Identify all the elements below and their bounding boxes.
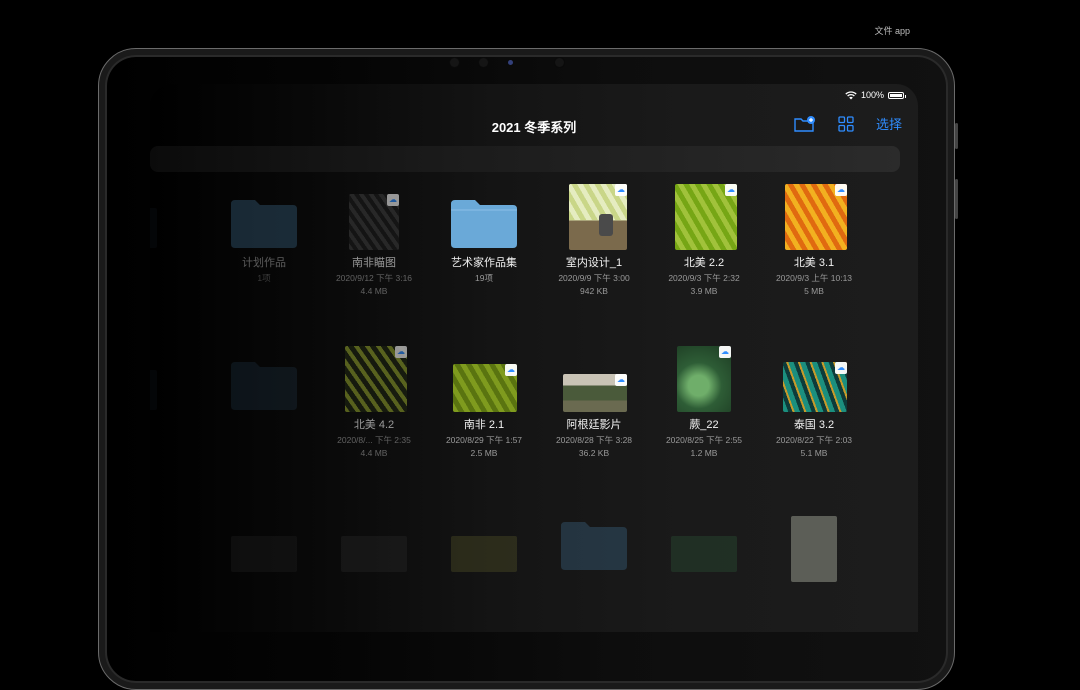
file-name: 泰国 3.2	[793, 419, 835, 431]
file-name: 艺术家作品集	[451, 257, 517, 269]
file-name: 室内设计_1	[565, 257, 623, 269]
file-item[interactable]: 计划作品 1项	[210, 194, 318, 284]
file-name: 蕨_22	[689, 419, 719, 431]
folder-icon	[231, 200, 297, 248]
search-field[interactable]	[150, 146, 900, 172]
file-size: 36.2 KB	[578, 448, 610, 458]
folder-icon	[231, 362, 297, 410]
file-item[interactable]	[210, 516, 318, 572]
file-meta: 2020/9/3 下午 2:32	[668, 273, 740, 283]
file-size: 5 MB	[804, 286, 824, 296]
file-item[interactable]: ☁ 阿根廷影片 2020/8/28 下午 3:28 36.2 KB	[540, 356, 648, 458]
icloud-icon: ☁	[835, 362, 847, 374]
file-row	[150, 516, 918, 632]
select-button[interactable]: 选择	[876, 114, 902, 133]
grid-view-icon[interactable]	[838, 115, 854, 132]
folder-icon	[561, 522, 627, 570]
sensor-dot	[450, 58, 459, 67]
file-meta: 2020/8/25 下午 2:55	[665, 435, 743, 445]
file-item[interactable]: ☁ 北美 2.2 2020/9/3 下午 2:32 3.9 MB	[650, 184, 758, 296]
file-item[interactable]: ☁ 泰国 3.2 2020/8/22 下午 2:03 5.1 MB	[760, 356, 868, 458]
caption: 文件 app	[874, 26, 910, 36]
file-size: 2.5 MB	[470, 448, 498, 458]
file-name: 南非 2.1	[463, 419, 505, 431]
file-size: 3.9 MB	[690, 286, 718, 296]
file-item[interactable]: ☁ 室内设计_1 2020/9/9 下午 3:00 942 KB	[540, 184, 648, 296]
sensor-dot	[479, 58, 488, 67]
icloud-icon: ☁	[615, 374, 627, 386]
file-name: 北美 3.1	[793, 257, 835, 269]
file-item[interactable]	[760, 516, 868, 582]
file-row: ☁ 北美 4.2 2020/8/... 下午 2:35 4.4 MB ☁ 南非 …	[150, 346, 918, 476]
file-name: 南非瞄图	[352, 257, 396, 269]
file-meta: 2020/9/9 下午 3:00	[558, 273, 630, 283]
wifi-icon	[845, 90, 857, 99]
file-name: 北美 4.2	[353, 419, 395, 431]
files-screen: 100% 2021 冬季系列 选择 计划作品 1项 ☁ 南非瞄图 2020/9/…	[150, 84, 918, 632]
file-meta: 2020/8/28 下午 3:28	[555, 435, 633, 445]
file-size: 5.1 MB	[800, 448, 828, 458]
folder-icon	[451, 200, 517, 248]
file-item[interactable]: ☁ 南非 2.1 2020/8/29 下午 1:57 2.5 MB	[430, 356, 538, 458]
file-item[interactable]	[430, 516, 538, 572]
file-item[interactable]: ☁ 南非瞄图 2020/9/12 下午 3:16 4.4 MB	[320, 194, 428, 296]
icloud-icon: ☁	[719, 346, 731, 358]
file-item[interactable]	[540, 516, 648, 572]
camera-array	[450, 58, 564, 67]
file-meta: 1项	[257, 273, 271, 283]
status-bar: 100%	[845, 90, 906, 100]
file-item[interactable]: 艺术家作品集 19项	[430, 194, 538, 284]
file-size: 1.2 MB	[690, 448, 718, 458]
battery-icon	[888, 91, 906, 99]
file-size: 4.4 MB	[360, 448, 388, 458]
file-meta: 2020/9/3 上午 10:13	[775, 273, 853, 283]
file-item[interactable]: ☁ 北美 4.2 2020/8/... 下午 2:35 4.4 MB	[320, 346, 428, 458]
icloud-icon: ☁	[395, 346, 407, 358]
file-item[interactable]	[650, 516, 758, 572]
file-size: 4.4 MB	[360, 286, 388, 296]
file-meta: 19项	[475, 273, 493, 283]
icloud-icon: ☁	[615, 184, 627, 196]
battery-percent: 100%	[860, 90, 884, 100]
file-item[interactable]: ☁ 北美 3.1 2020/9/3 上午 10:13 5 MB	[760, 184, 868, 296]
file-name: 阿根廷影片	[566, 419, 622, 431]
volume-down-button	[955, 179, 958, 219]
file-meta: 2020/9/12 下午 3:16	[335, 273, 413, 283]
sensor-dot	[555, 58, 564, 67]
icloud-icon: ☁	[835, 184, 847, 196]
toolbar: 选择	[794, 114, 902, 133]
file-row: 计划作品 1项 ☁ 南非瞄图 2020/9/12 下午 3:16 4.4 MB …	[150, 184, 918, 314]
file-name: 计划作品	[242, 257, 286, 269]
file-item[interactable]	[210, 356, 318, 412]
icloud-icon: ☁	[505, 364, 517, 376]
file-item[interactable]	[320, 516, 428, 572]
file-meta: 2020/8/... 下午 2:35	[337, 435, 411, 445]
file-item[interactable]: ☁ 蕨_22 2020/8/25 下午 2:55 1.2 MB	[650, 346, 758, 458]
file-item[interactable]	[150, 356, 178, 412]
file-name: 北美 2.2	[683, 257, 725, 269]
icloud-icon: ☁	[725, 184, 737, 196]
file-meta: 2020/8/22 下午 2:03	[775, 435, 853, 445]
camera-lens	[508, 60, 513, 65]
volume-up-button	[955, 123, 958, 149]
icloud-icon: ☁	[387, 194, 399, 206]
new-folder-icon[interactable]	[794, 115, 816, 132]
file-meta: 2020/8/29 下午 1:57	[445, 435, 523, 445]
file-size: 942 KB	[580, 286, 608, 296]
file-item[interactable]	[150, 194, 178, 250]
